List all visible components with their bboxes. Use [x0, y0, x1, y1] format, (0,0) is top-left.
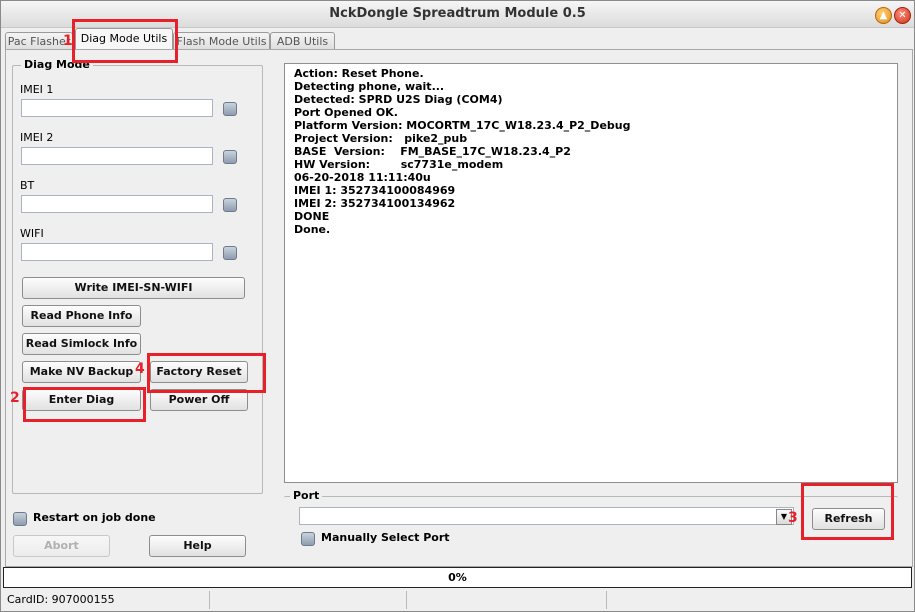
close-icon: ✕ [898, 10, 907, 21]
write-imei-sn-wifi-button[interactable]: Write IMEI-SN-WIFI [22, 277, 245, 299]
tab-label: Pac Flasher [7, 35, 71, 48]
log-output[interactable]: Action: Reset Phone. Detecting phone, wa… [284, 63, 898, 483]
minimize-button[interactable]: ▲ [875, 7, 892, 24]
read-phone-info-button[interactable]: Read Phone Info [22, 305, 141, 327]
manually-select-port-checkbox[interactable] [301, 532, 315, 546]
annotation-box-2 [23, 387, 146, 422]
bt-label: BT [20, 179, 35, 192]
log-line: 06-20-2018 11:11:40u [294, 171, 431, 184]
tab-flash-mode-utils[interactable]: Flash Mode Utils [173, 32, 270, 50]
close-button[interactable]: ✕ [894, 7, 911, 24]
log-line: IMEI 1: 352734100084969 [294, 184, 456, 197]
read-simlock-info-button[interactable]: Read Simlock Info [22, 333, 141, 355]
annotation-number-4: 4 [135, 361, 145, 377]
annotation-number-2: 2 [10, 390, 20, 406]
log-line: HW Version: sc7731e_modem [294, 158, 504, 171]
annotation-box-1 [72, 19, 178, 63]
app-window: NckDongle Spreadtrum Module 0.5 ▲ ✕ Pac … [0, 0, 915, 612]
log-line: Done. [294, 223, 331, 236]
progress-bar: 0% [3, 567, 912, 588]
log-line: IMEI 2: 352734100134962 [294, 197, 456, 210]
log-line: Detecting phone, wait... [294, 80, 445, 93]
up-arrow-icon: ▲ [879, 10, 888, 21]
tab-label: Flash Mode Utils [176, 35, 267, 48]
imei2-label: IMEI 2 [20, 131, 54, 144]
wifi-field[interactable] [21, 243, 213, 261]
status-cell [411, 591, 607, 609]
log-line: Project Version: pike2_pub [294, 132, 468, 145]
imei2-checkbox[interactable] [223, 150, 237, 164]
imei2-field[interactable] [21, 147, 213, 165]
wifi-label: WIFI [20, 227, 44, 240]
status-bar: CardID: 907000155 [3, 591, 912, 609]
imei1-label: IMEI 1 [20, 83, 54, 96]
imei1-field[interactable] [21, 99, 213, 117]
restart-on-job-done-label: Restart on job done [33, 511, 156, 524]
log-line: BASE Version: FM_BASE_17C_W18.23.4_P2 [294, 145, 571, 158]
tab-adb-utils[interactable]: ADB Utils [270, 32, 335, 50]
bt-checkbox[interactable] [223, 198, 237, 212]
manually-select-port-label: Manually Select Port [321, 531, 450, 544]
annotation-box-4 [147, 353, 266, 393]
log-line: Action: Reset Phone. [294, 67, 424, 80]
status-cell [210, 591, 407, 609]
log-line: Port Opened OK. [294, 106, 398, 119]
bt-field[interactable] [21, 195, 213, 213]
progress-text: 0% [448, 571, 467, 584]
log-line: Detected: SPRD U2S Diag (COM4) [294, 93, 503, 106]
port-legend: Port [290, 489, 323, 502]
tab-label: ADB Utils [276, 35, 329, 48]
annotation-number-3: 3 [788, 510, 798, 526]
imei1-checkbox[interactable] [223, 102, 237, 116]
restart-on-job-done-checkbox[interactable] [13, 512, 27, 526]
status-card-id: CardID: 907000155 [3, 591, 210, 609]
log-line: DONE [294, 210, 330, 223]
annotation-number-1: 1 [63, 33, 73, 49]
annotation-box-3 [801, 483, 894, 540]
abort-button[interactable]: Abort [13, 535, 110, 557]
help-button[interactable]: Help [149, 535, 246, 557]
make-nv-backup-button[interactable]: Make NV Backup [22, 361, 141, 383]
port-select[interactable]: ▼ [299, 507, 794, 525]
log-line: Platform Version: MOCORTM_17C_W18.23.4_P… [294, 119, 631, 132]
wifi-checkbox[interactable] [223, 246, 237, 260]
